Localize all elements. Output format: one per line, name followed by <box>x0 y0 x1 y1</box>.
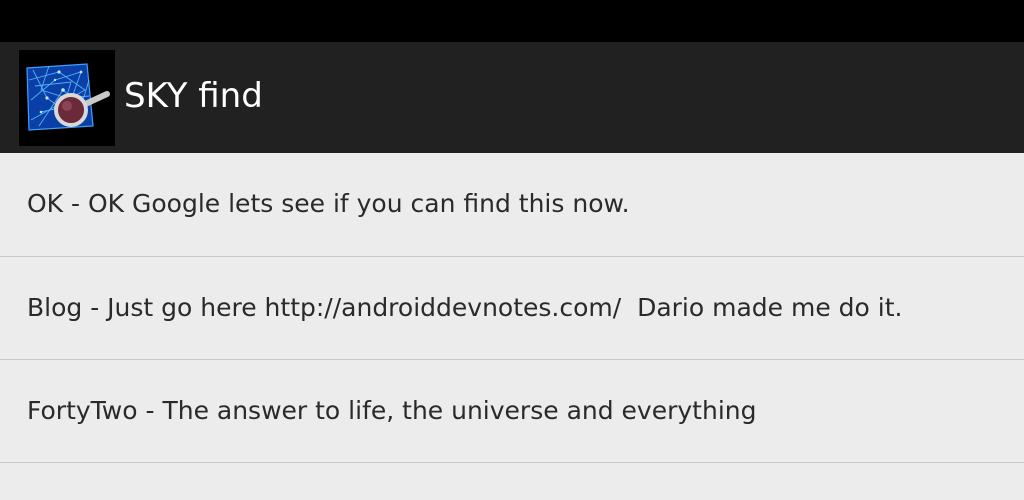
list-item[interactable]: Blog - Just go here http://androiddevnot… <box>0 257 1024 360</box>
status-bar <box>0 0 1024 42</box>
list-item-label: Blog - Just go here http://androiddevnot… <box>27 293 903 322</box>
list-item[interactable]: OK - OK Google lets see if you can find … <box>0 153 1024 257</box>
list-item[interactable]: FortyTwo - The answer to life, the unive… <box>0 360 1024 463</box>
sky-magnifier-icon[interactable] <box>19 50 115 146</box>
results-list: OK - OK Google lets see if you can find … <box>0 153 1024 500</box>
app-title: SKY find <box>124 76 263 116</box>
list-item-label: FortyTwo - The answer to life, the unive… <box>27 396 757 425</box>
list-item-label: OK - OK Google lets see if you can find … <box>27 189 630 218</box>
action-bar: SKY find <box>0 42 1024 153</box>
